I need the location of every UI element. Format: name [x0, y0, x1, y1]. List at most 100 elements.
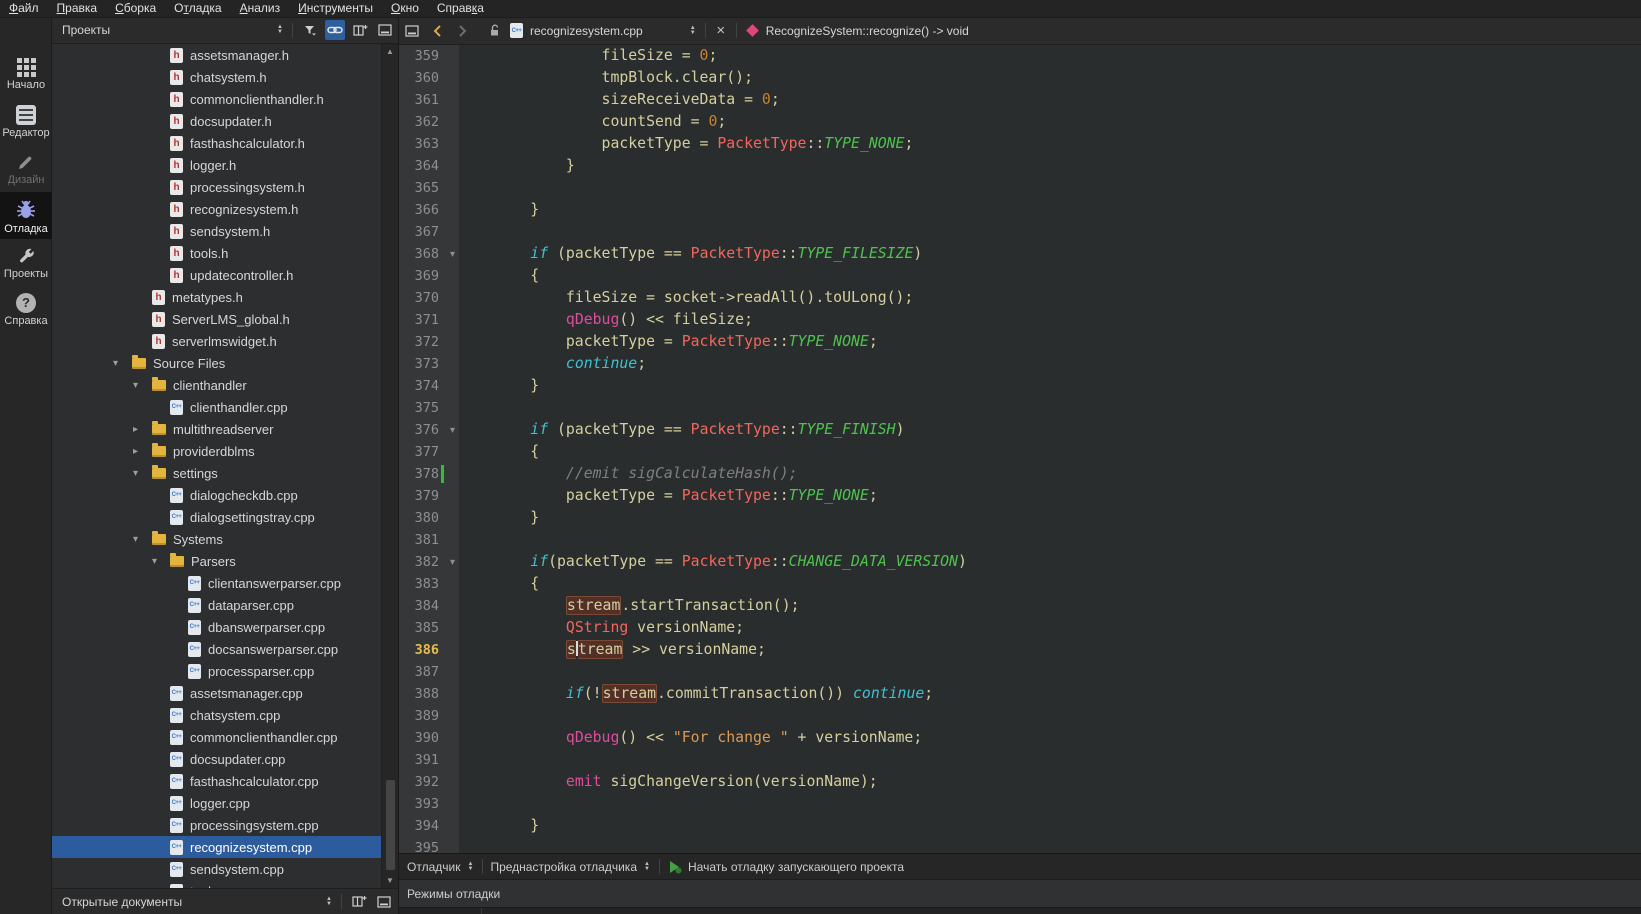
- close-panel-icon[interactable]: [375, 20, 395, 40]
- tree-item-parsers[interactable]: ▾Parsers: [52, 550, 381, 572]
- line-number-392[interactable]: 392: [399, 771, 459, 793]
- tree-collapse-arrow-icon[interactable]: ▾: [113, 358, 127, 369]
- line-number-391[interactable]: 391: [399, 749, 459, 771]
- line-number-367[interactable]: 367: [399, 221, 459, 243]
- menu-edit[interactable]: Правка: [48, 0, 107, 17]
- code-line-368[interactable]: if (packetType == PacketType::TYPE_FILES…: [459, 243, 1641, 265]
- line-number-377[interactable]: 377: [399, 441, 459, 463]
- line-number-390[interactable]: 390: [399, 727, 459, 749]
- line-number-388[interactable]: 388: [399, 683, 459, 705]
- line-number-381[interactable]: 381: [399, 529, 459, 551]
- code-line-377[interactable]: {: [459, 441, 1641, 463]
- tree-item-assetsmanager-h[interactable]: assetsmanager.h: [52, 44, 381, 66]
- mode-debug[interactable]: Отладка: [0, 192, 52, 239]
- debugger-preset-combo[interactable]: Преднастройка отладчика: [490, 860, 637, 874]
- tree-item-chatsystem-h[interactable]: chatsystem.h: [52, 66, 381, 88]
- tree-item-processparser-cpp[interactable]: processparser.cpp: [52, 660, 381, 682]
- mode-projects[interactable]: Проекты: [0, 239, 52, 286]
- tree-item-docsupdater-cpp[interactable]: docsupdater.cpp: [52, 748, 381, 770]
- line-number-386[interactable]: 386: [399, 639, 459, 661]
- document-dropdown-icon[interactable]: [688, 26, 698, 36]
- line-number-383[interactable]: 383: [399, 573, 459, 595]
- menu-file[interactable]: Файл: [0, 0, 48, 17]
- tree-item-dbanswerparser-cpp[interactable]: dbanswerparser.cpp: [52, 616, 381, 638]
- panel-selector-icon[interactable]: [275, 25, 285, 35]
- scrollbar-thumb[interactable]: [386, 780, 395, 870]
- tree-item-multithreadserver[interactable]: ▸multithreadserver: [52, 418, 381, 440]
- line-number-369[interactable]: 369: [399, 265, 459, 287]
- lock-icon[interactable]: [485, 21, 505, 41]
- line-number-380[interactable]: 380: [399, 507, 459, 529]
- tree-item-providerdblms[interactable]: ▸providerdblms: [52, 440, 381, 462]
- code-line-388[interactable]: if(!stream.commitTransaction()) continue…: [459, 683, 1641, 705]
- line-number-359[interactable]: 359: [399, 45, 459, 67]
- tree-item-tools-cpp[interactable]: tools.cpp: [52, 880, 381, 888]
- line-number-372[interactable]: 372: [399, 331, 459, 353]
- code-line-375[interactable]: [459, 397, 1641, 419]
- code-line-369[interactable]: {: [459, 265, 1641, 287]
- split-panel-icon[interactable]: [350, 20, 370, 40]
- line-number-362[interactable]: 362: [399, 111, 459, 133]
- tree-item-recognizesystem-cpp[interactable]: recognizesystem.cpp: [52, 836, 381, 858]
- line-number-394[interactable]: 394: [399, 815, 459, 837]
- panel-selector-icon[interactable]: [324, 897, 334, 907]
- menu-analyze[interactable]: Анализ: [231, 0, 290, 17]
- tree-item-recognizesystem-h[interactable]: recognizesystem.h: [52, 198, 381, 220]
- line-number-370[interactable]: 370: [399, 287, 459, 309]
- code-line-383[interactable]: {: [459, 573, 1641, 595]
- code-line-392[interactable]: emit sigChangeVersion(versionName);: [459, 771, 1641, 793]
- line-number-376[interactable]: 376▾: [399, 419, 459, 441]
- tree-item-clienthandler-cpp[interactable]: clienthandler.cpp: [52, 396, 381, 418]
- code-line-393[interactable]: [459, 793, 1641, 815]
- code-line-370[interactable]: fileSize = socket->readAll().toULong();: [459, 287, 1641, 309]
- code-line-387[interactable]: [459, 661, 1641, 683]
- tree-item-dataparser-cpp[interactable]: dataparser.cpp: [52, 594, 381, 616]
- tree-item-logger-cpp[interactable]: logger.cpp: [52, 792, 381, 814]
- tree-item-clienthandler[interactable]: ▾clienthandler: [52, 374, 381, 396]
- preset-combo-arrows-icon[interactable]: [642, 862, 652, 872]
- go-back-icon[interactable]: [427, 21, 447, 41]
- current-symbol-combo[interactable]: RecognizeSystem::recognize() -> void: [766, 24, 969, 38]
- mode-help[interactable]: Справка: [0, 286, 52, 333]
- tree-collapse-arrow-icon[interactable]: ▾: [133, 534, 147, 545]
- tree-item-sendsystem-h[interactable]: sendsystem.h: [52, 220, 381, 242]
- line-number-382[interactable]: 382▾: [399, 551, 459, 573]
- line-number-378[interactable]: 378: [399, 463, 459, 485]
- code-line-385[interactable]: QString versionName;: [459, 617, 1641, 639]
- tree-item-docsanswerparser-cpp[interactable]: docsanswerparser.cpp: [52, 638, 381, 660]
- line-number-389[interactable]: 389: [399, 705, 459, 727]
- debugger-combo-arrows-icon[interactable]: [465, 862, 475, 872]
- fold-marker-icon[interactable]: ▾: [450, 552, 455, 574]
- tree-item-systems[interactable]: ▾Systems: [52, 528, 381, 550]
- tree-item-clientanswerparser-cpp[interactable]: clientanswerparser.cpp: [52, 572, 381, 594]
- tree-expand-arrow-icon[interactable]: ▸: [133, 424, 147, 435]
- line-number-393[interactable]: 393: [399, 793, 459, 815]
- tree-item-commonclienthandler-cpp[interactable]: commonclienthandler.cpp: [52, 726, 381, 748]
- fold-marker-icon[interactable]: ▾: [450, 420, 455, 442]
- tree-item-chatsystem-cpp[interactable]: chatsystem.cpp: [52, 704, 381, 726]
- tree-item-dialogsettingstray-cpp[interactable]: dialogsettingstray.cpp: [52, 506, 381, 528]
- open-document-name[interactable]: recognizesystem.cpp: [530, 24, 643, 38]
- code-line-367[interactable]: [459, 221, 1641, 243]
- code-line-391[interactable]: [459, 749, 1641, 771]
- start-debug-icon[interactable]: [667, 857, 683, 877]
- tree-item-processingsystem-h[interactable]: processingsystem.h: [52, 176, 381, 198]
- code-line-361[interactable]: sizeReceiveData = 0;: [459, 89, 1641, 111]
- line-number-373[interactable]: 373: [399, 353, 459, 375]
- code-line-363[interactable]: packetType = PacketType::TYPE_NONE;: [459, 133, 1641, 155]
- mode-edit[interactable]: Редактор: [0, 98, 52, 145]
- split-panel-icon[interactable]: [349, 892, 369, 912]
- code-line-366[interactable]: }: [459, 199, 1641, 221]
- scroll-up-icon[interactable]: ▲: [386, 47, 394, 56]
- tree-collapse-arrow-icon[interactable]: ▾: [152, 556, 166, 567]
- go-forward-icon[interactable]: [452, 21, 472, 41]
- line-number-368[interactable]: 368▾: [399, 243, 459, 265]
- code-line-380[interactable]: }: [459, 507, 1641, 529]
- line-number-395[interactable]: 395: [399, 837, 459, 853]
- code-line-378[interactable]: //emit sigCalculateHash();: [459, 463, 1641, 485]
- code-line-372[interactable]: packetType = PacketType::TYPE_NONE;: [459, 331, 1641, 353]
- tree-collapse-arrow-icon[interactable]: ▾: [133, 468, 147, 479]
- bottom-panel-divider[interactable]: [481, 908, 482, 914]
- tree-item-commonclienthandler-h[interactable]: commonclienthandler.h: [52, 88, 381, 110]
- menu-tools[interactable]: Инструменты: [289, 0, 382, 17]
